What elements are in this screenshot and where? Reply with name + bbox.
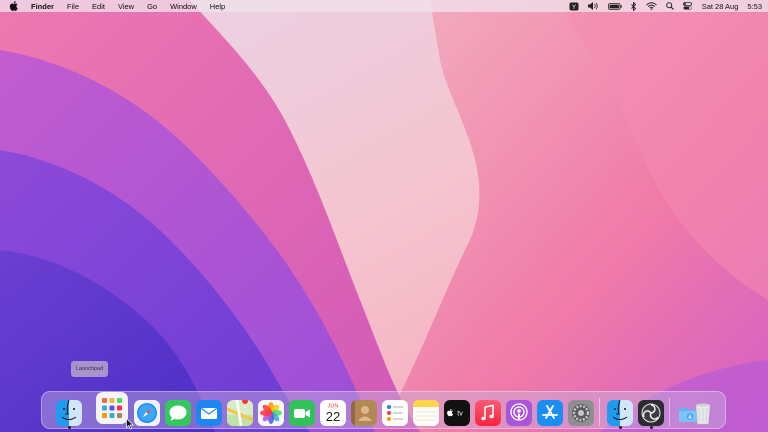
- menu-window[interactable]: Window: [170, 2, 197, 11]
- tv-icon: tv: [444, 400, 470, 426]
- search-icon[interactable]: [665, 2, 674, 10]
- status-bar: Y Sat 28 Aug 5:53: [560, 0, 762, 12]
- running-indicator: [650, 426, 653, 429]
- dock-item-finder-recent[interactable]: [607, 400, 633, 426]
- obs-icon: [638, 400, 664, 426]
- finder-icon: [56, 400, 82, 426]
- dock-item-safari[interactable]: [134, 400, 160, 426]
- safari-icon: [134, 400, 160, 426]
- dock-item-system-preferences[interactable]: [568, 400, 594, 426]
- battery-icon[interactable]: [607, 2, 622, 10]
- control-center-icon[interactable]: [682, 2, 692, 10]
- notes-icon: [413, 400, 439, 426]
- menu-edit[interactable]: Edit: [92, 2, 105, 11]
- dock: JUN 22 tv: [41, 391, 726, 429]
- menu-go[interactable]: Go: [147, 2, 157, 11]
- dock-item-app-store[interactable]: [537, 400, 563, 426]
- menubar-time[interactable]: 5:53: [747, 2, 762, 11]
- wifi-icon[interactable]: [645, 2, 657, 10]
- messages-icon: [165, 400, 191, 426]
- dock-item-finder[interactable]: [56, 400, 82, 426]
- dock-item-reminders[interactable]: [382, 400, 408, 426]
- finder-icon: [607, 400, 633, 426]
- dock-separator: [669, 398, 670, 426]
- dock-item-notes[interactable]: [413, 400, 439, 426]
- menu-help[interactable]: Help: [210, 2, 225, 11]
- bluetooth-icon[interactable]: [630, 1, 637, 11]
- menu-view[interactable]: View: [118, 2, 134, 11]
- dock-item-podcasts[interactable]: [506, 400, 532, 426]
- calendar-day: 22: [326, 409, 340, 424]
- music-icon: [475, 400, 501, 426]
- menu-app-name[interactable]: Finder: [31, 2, 54, 11]
- mail-icon: [196, 400, 222, 426]
- dock-item-photos[interactable]: [258, 400, 284, 426]
- dock-tooltip: Launchpad: [71, 361, 108, 377]
- dock-item-messages[interactable]: [165, 400, 191, 426]
- dock-item-calendar[interactable]: JUN 22: [320, 400, 346, 426]
- dock-item-obs[interactable]: [638, 400, 664, 426]
- dock-item-music[interactable]: [475, 400, 501, 426]
- calendar-icon: JUN 22: [320, 400, 346, 426]
- dock-item-mail[interactable]: [196, 400, 222, 426]
- facetime-icon: [289, 400, 315, 426]
- menubar-date[interactable]: Sat 28 Aug: [702, 2, 739, 11]
- dock-item-trash[interactable]: [690, 400, 716, 426]
- svg-text:Y: Y: [572, 5, 576, 11]
- system-preferences-icon: [568, 400, 594, 426]
- podcasts-icon: [506, 400, 532, 426]
- maps-icon: [227, 400, 253, 426]
- desktop-wallpaper: [0, 0, 768, 432]
- mouse-cursor: [126, 418, 134, 430]
- reminders-icon: [382, 400, 408, 426]
- tv-label: tv: [457, 411, 463, 418]
- photos-icon: [258, 400, 284, 426]
- dock-tooltip-label: Launchpad: [75, 366, 104, 372]
- dock-item-tv[interactable]: tv: [444, 400, 470, 426]
- volume-icon[interactable]: [587, 2, 599, 10]
- dock-item-contacts[interactable]: [351, 400, 377, 426]
- dock-separator: [599, 398, 600, 426]
- trash-icon: [695, 403, 711, 425]
- launchpad-icon: [96, 392, 128, 424]
- running-indicator: [619, 426, 622, 429]
- dock-item-facetime[interactable]: [289, 400, 315, 426]
- app-store-icon: [537, 400, 563, 426]
- dock-item-launchpad[interactable]: [96, 392, 128, 424]
- menu-file[interactable]: File: [67, 2, 79, 11]
- contacts-icon: [351, 400, 377, 426]
- dock-item-maps[interactable]: [227, 400, 253, 426]
- running-indicator: [68, 426, 71, 429]
- apple-menu-icon[interactable]: [9, 1, 18, 11]
- yubico-icon[interactable]: Y: [569, 2, 579, 11]
